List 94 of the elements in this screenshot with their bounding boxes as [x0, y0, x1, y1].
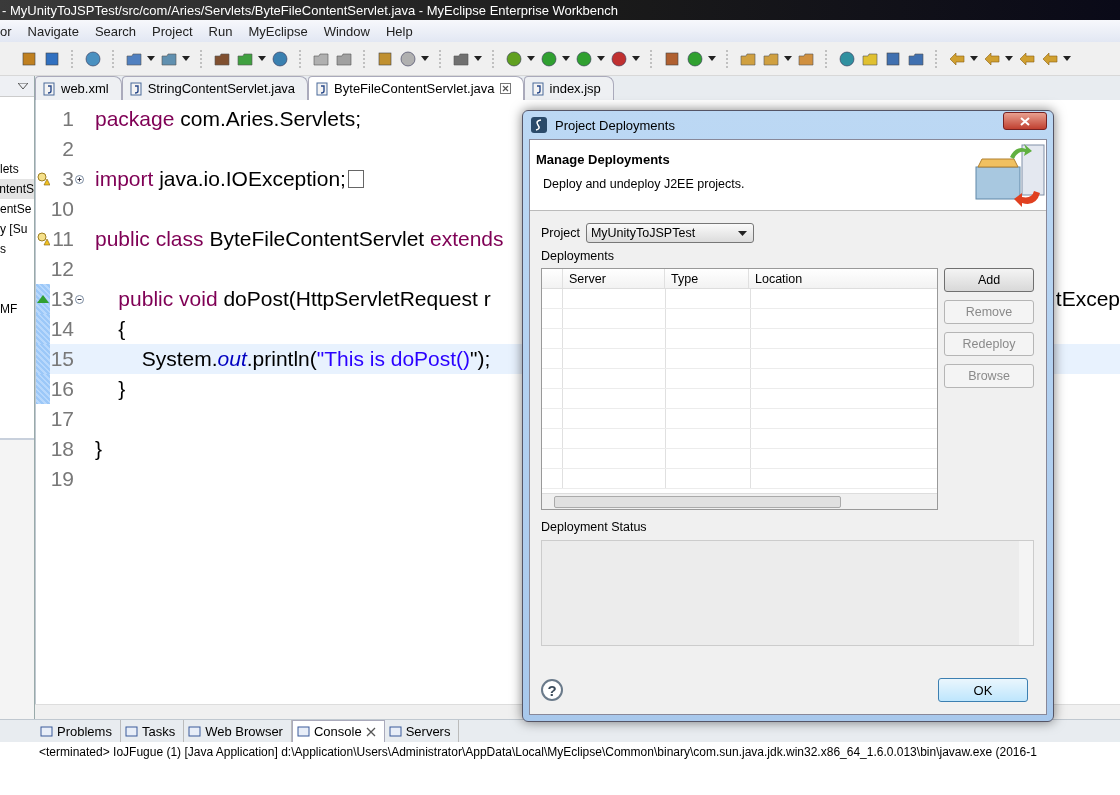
app-logo-icon [531, 117, 547, 133]
line-number: 14 [50, 317, 74, 341]
console-output: <terminated> IoJFugue (1) [Java Application] d:\Application\Users\Administrator\AppData\Local\MyEclipse\Common\binary\com.sun.java.jdk.win32.x86_64_1.6.0.013\bin\javaw.exe (2016-1 [38, 744, 1038, 759]
line-number: 10 [50, 197, 74, 221]
tree-item[interactable]: lets [0, 159, 34, 179]
line-number: 1 [61, 107, 74, 131]
file-icon [315, 81, 330, 96]
caret-icon[interactable] [708, 56, 716, 61]
dialog-title: Project Deployments [555, 117, 676, 133]
dialog-heading: Manage Deployments [536, 152, 671, 167]
column-header[interactable]: Location [749, 269, 937, 288]
editor-tab[interactable]: StringContentServlet.java [121, 76, 309, 100]
view-tab[interactable]: Problems [36, 720, 121, 742]
file-icon [42, 81, 56, 96]
code-line: public void doPost(HttpServletRequest r [117, 287, 491, 311]
window-title: - MyUnityToJSPTest/src/com/Aries/Servlets/ByteFileContentServlet.java - MyEclipse Enterprise Workbench [1, 2, 618, 18]
caret-icon[interactable] [562, 56, 570, 61]
line-number: 18 [50, 437, 74, 461]
code-line: { [117, 317, 126, 341]
menu-item[interactable]: Window [323, 23, 370, 39]
view-tab[interactable]: Servers [384, 720, 460, 742]
editor-tab[interactable]: ByteFileContentServlet.java [308, 76, 524, 100]
caret-icon[interactable] [597, 56, 605, 61]
view-tab[interactable]: Tasks [120, 720, 185, 742]
line-number: 11 [51, 227, 74, 251]
view-icon [188, 724, 202, 738]
caret-icon[interactable] [784, 56, 792, 61]
menu-item[interactable]: Project [152, 23, 193, 39]
dialog-description: Deploy and undeploy J2EE projects. [542, 177, 745, 191]
project-dropdown[interactable]: MyUnityToJSPTest [585, 223, 754, 243]
file-icon [530, 81, 545, 96]
help-button[interactable]: ? [541, 679, 563, 701]
view-icon [296, 725, 310, 738]
tree-item[interactable]: s [0, 239, 34, 299]
line-number: 15 [50, 347, 74, 371]
ok-button[interactable]: OK [938, 678, 1028, 702]
line-number: 12 [50, 257, 74, 281]
caret-icon[interactable] [632, 56, 640, 61]
caret-icon [737, 230, 747, 236]
view-icon [124, 724, 138, 738]
view-icon [40, 724, 53, 738]
caret-icon[interactable] [970, 56, 978, 61]
menu-item[interactable]: Run [208, 23, 233, 39]
code-line: } [117, 377, 126, 401]
fold-icon[interactable] [75, 294, 84, 304]
column-header[interactable]: Type [665, 269, 749, 288]
tree-item[interactable]: MF [0, 299, 34, 319]
close-icon [1020, 116, 1030, 126]
project-label: Project [541, 226, 580, 240]
view-tab[interactable]: Web Browser [184, 720, 292, 742]
tree-item[interactable]: entSe [0, 199, 34, 219]
fold-icon[interactable] [75, 174, 84, 184]
editor-tab[interactable]: web.xml [35, 76, 122, 100]
menu-item[interactable]: MyEclipse [248, 23, 308, 39]
line-number: 19 [50, 467, 74, 491]
status-label: Deployment Status [541, 520, 648, 534]
caret-icon[interactable] [258, 56, 266, 61]
view-tab[interactable]: Console [291, 720, 385, 742]
column-header[interactable]: Server [563, 269, 665, 288]
file-icon [128, 81, 143, 96]
menu-item[interactable]: Navigate [27, 23, 79, 39]
menu-item[interactable]: Search [94, 23, 137, 39]
caret-icon[interactable] [474, 56, 482, 61]
close-icon[interactable] [499, 83, 511, 94]
view-icon [388, 724, 402, 738]
line-number: 13 [50, 287, 74, 311]
caret-icon[interactable] [527, 56, 535, 61]
code-line: System.out.println("This is doPost()"); [140, 347, 491, 371]
caret-icon[interactable] [1063, 56, 1071, 61]
line-number: 17 [50, 407, 74, 431]
code-line: public class ByteFileContentServlet extends [95, 227, 504, 251]
line-number: 2 [61, 137, 74, 161]
line-number: 16 [50, 377, 74, 401]
code-line: } [95, 437, 102, 461]
menu-item[interactable]: Help [385, 23, 413, 39]
code-line: package com.Aries.Servlets; [95, 107, 362, 131]
caret-icon[interactable] [182, 56, 190, 61]
line-number: 3 [61, 167, 74, 191]
close-button[interactable] [1003, 112, 1047, 130]
code-line: import java.io.IOException; [95, 167, 346, 191]
close-icon[interactable] [365, 726, 376, 737]
tree-item[interactable]: ntentS [0, 179, 34, 199]
action-button[interactable]: Add [944, 268, 1034, 292]
caret-icon[interactable] [147, 56, 155, 61]
scrollbar[interactable] [542, 493, 937, 509]
tree-item[interactable]: y [Su [0, 219, 34, 239]
folded-code-icon[interactable] [347, 170, 364, 188]
caret-icon[interactable] [1005, 56, 1013, 61]
editor-tab[interactable]: index.jsp [523, 76, 614, 100]
code-line: tExcep [1055, 287, 1120, 311]
deployments-label: Deployments [541, 249, 615, 263]
view-menu-icon[interactable] [18, 83, 28, 89]
menu-item[interactable]: or [0, 23, 12, 39]
caret-icon[interactable] [421, 56, 429, 61]
